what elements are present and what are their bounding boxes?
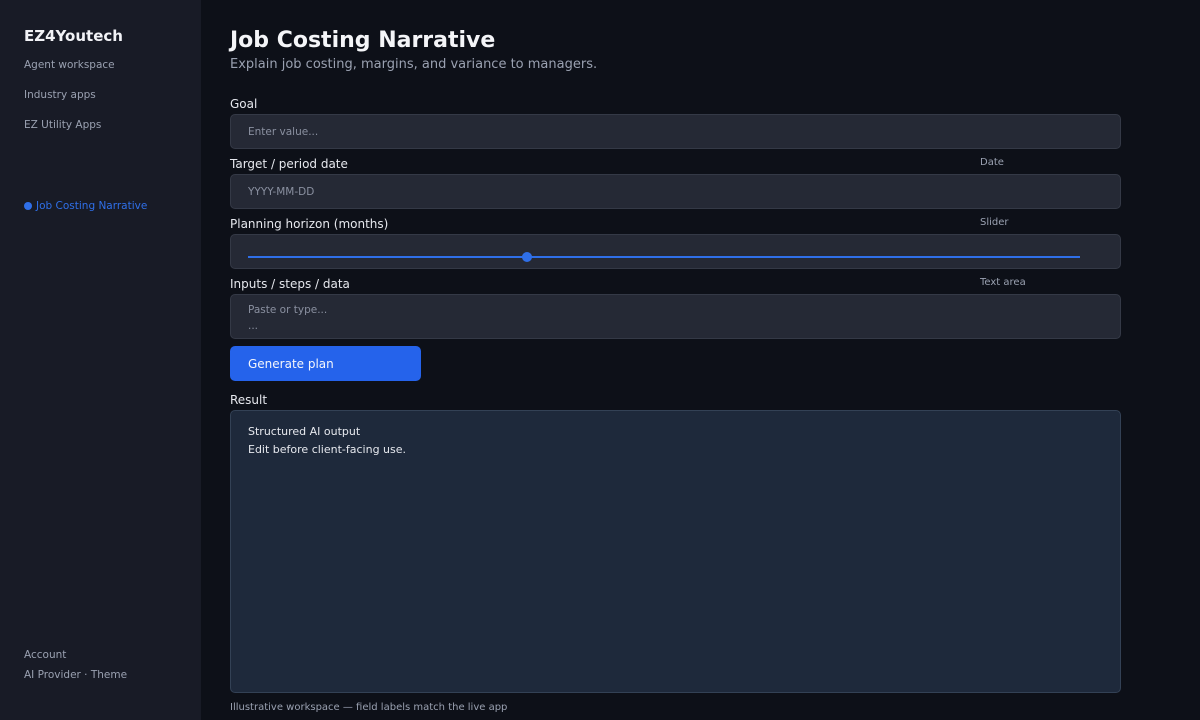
inputs-textarea[interactable] xyxy=(231,295,1120,337)
footnote: Illustrative workspace — field labels ma… xyxy=(230,702,508,713)
nav-active-label: Job Costing Narrative xyxy=(36,200,148,212)
horizon-type-hint: Slider xyxy=(980,217,1009,228)
app-window: EZ4Youtech Agent workspace Industry apps… xyxy=(0,0,1200,720)
provider-theme-link[interactable]: AI Provider · Theme xyxy=(24,669,127,681)
active-dot-icon xyxy=(24,202,32,210)
result-line: Edit before client-facing use. xyxy=(248,443,407,456)
nav-ez-utility-apps[interactable]: EZ Utility Apps xyxy=(24,119,101,131)
inputs-field xyxy=(230,294,1121,339)
goal-label: Goal xyxy=(230,97,258,111)
result-label: Result xyxy=(230,393,268,407)
date-label: Target / period date xyxy=(230,157,348,171)
date-type-hint: Date xyxy=(980,157,1004,168)
account-link[interactable]: Account xyxy=(24,649,66,661)
inputs-type-hint: Text area xyxy=(980,277,1026,288)
result-panel: Structured AI output Edit before client-… xyxy=(230,410,1121,693)
slider-thumb[interactable] xyxy=(521,252,532,262)
nav-industry-apps[interactable]: Industry apps xyxy=(24,89,96,101)
horizon-label: Planning horizon (months) xyxy=(230,217,389,231)
date-field xyxy=(230,174,1121,209)
goal-field xyxy=(230,114,1121,149)
page-subtitle: Explain job costing, margins, and varian… xyxy=(230,57,598,72)
generate-plan-button[interactable]: Generate plan xyxy=(230,346,421,381)
date-input[interactable] xyxy=(231,175,1120,208)
nav-agent-workspace[interactable]: Agent workspace xyxy=(24,59,115,71)
goal-input[interactable] xyxy=(231,115,1120,148)
horizon-field xyxy=(230,234,1121,269)
inputs-label: Inputs / steps / data xyxy=(230,277,350,291)
result-line: Structured AI output xyxy=(248,425,361,438)
sidebar: EZ4Youtech Agent workspace Industry apps… xyxy=(0,0,201,720)
nav-active-job-costing[interactable]: Job Costing Narrative xyxy=(24,200,147,212)
horizon-slider[interactable] xyxy=(248,252,1080,262)
brand-name: EZ4Youtech xyxy=(24,27,123,45)
page-title: Job Costing Narrative xyxy=(230,28,496,53)
